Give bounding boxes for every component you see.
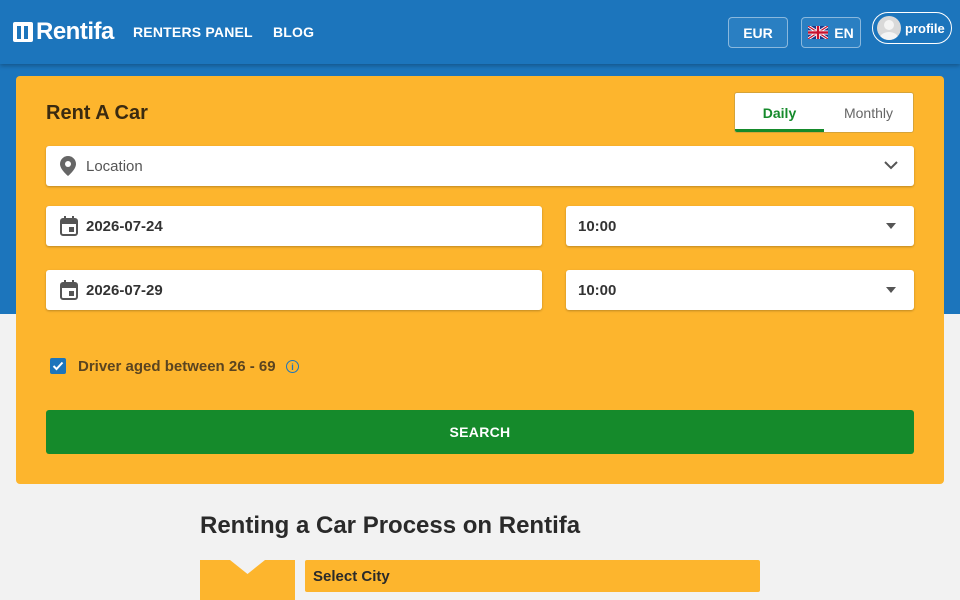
pickup-time-value: 10:00 (578, 217, 617, 235)
step-label: Select City (313, 567, 390, 585)
search-button[interactable]: SEARCH (46, 410, 914, 454)
chevron-down-icon (884, 161, 898, 170)
caret-down-icon (886, 223, 896, 229)
rent-search-card: Rent A Car Daily Monthly Location 2026-0… (16, 76, 944, 484)
calendar-icon (60, 280, 78, 300)
calendar-icon (60, 216, 78, 236)
caret-down-icon (886, 287, 896, 293)
pickup-time-select[interactable]: 10:00 (566, 206, 914, 246)
language-label: EN (834, 24, 854, 41)
location-select[interactable]: Location (46, 146, 914, 186)
language-button[interactable]: EN (801, 17, 861, 48)
currency-label: EUR (743, 24, 773, 41)
dropoff-date-value: 2026-07-29 (86, 281, 163, 299)
step-chevron-icon (200, 560, 295, 600)
logo-mark-icon (13, 22, 33, 42)
info-icon[interactable]: i (286, 360, 299, 373)
currency-button[interactable]: EUR (728, 17, 788, 48)
nav-link-blog[interactable]: BLOG (273, 24, 314, 40)
location-pin-icon (60, 156, 76, 176)
pickup-date-value: 2026-07-24 (86, 217, 163, 235)
profile-label: profile (905, 20, 945, 36)
pickup-date-field[interactable]: 2026-07-24 (46, 206, 542, 246)
uk-flag-icon (808, 26, 829, 39)
dropoff-date-field[interactable]: 2026-07-29 (46, 270, 542, 310)
brand-logo[interactable]: Rentifa (12, 18, 114, 45)
dropoff-time-value: 10:00 (578, 281, 617, 299)
dropoff-time-select[interactable]: 10:00 (566, 270, 914, 310)
brand-name: Rentifa (36, 18, 114, 45)
avatar-icon (877, 16, 901, 40)
process-section-title: Renting a Car Process on Rentifa (200, 512, 581, 539)
driver-age-checkbox[interactable] (50, 358, 66, 374)
location-placeholder: Location (86, 157, 143, 175)
driver-age-label[interactable]: Driver aged between 26 - 69 (78, 358, 276, 375)
tab-monthly[interactable]: Monthly (824, 93, 913, 132)
tab-daily[interactable]: Daily (735, 93, 824, 132)
search-card-title: Rent A Car (46, 102, 148, 124)
nav-link-renters-panel[interactable]: RENTERS PANEL (133, 24, 253, 40)
checkmark-icon (52, 361, 64, 371)
process-step-select-city: Select City (305, 560, 760, 592)
top-navbar: Rentifa RENTERS PANEL BLOG EUR EN profil… (0, 0, 960, 64)
rental-mode-toggle: Daily Monthly (734, 92, 914, 133)
profile-button[interactable]: profile (872, 12, 952, 44)
